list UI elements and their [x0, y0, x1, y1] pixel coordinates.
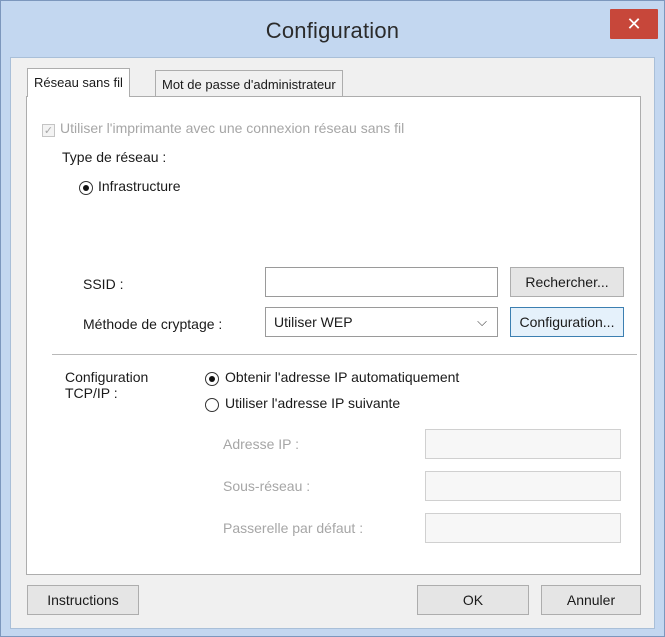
cancel-button[interactable]: Annuler — [541, 585, 641, 615]
infrastructure-label: Infrastructure — [98, 178, 181, 194]
configuration-dialog: Configuration ✕ Réseau sans fil Mot de p… — [0, 0, 665, 637]
close-button[interactable]: ✕ — [610, 9, 658, 39]
search-button[interactable]: Rechercher... — [510, 267, 624, 297]
tab-admin-password[interactable]: Mot de passe d'administrateur — [155, 70, 343, 96]
close-icon: ✕ — [626, 14, 642, 34]
encryption-method-select[interactable]: Utiliser WEP ⌵ — [265, 307, 498, 337]
window-title: Configuration — [265, 18, 400, 43]
encryption-configuration-button[interactable]: Configuration... — [510, 307, 624, 337]
manual-ip-label: Utiliser l'adresse IP suivante — [225, 395, 401, 411]
tcpip-label: Configuration TCP/IP : — [65, 369, 148, 401]
tcpip-label-line2: TCP/IP : — [65, 385, 118, 401]
cancel-button-label: Annuler — [566, 592, 616, 608]
tcpip-label-line1: Configuration — [65, 369, 149, 385]
divider — [52, 354, 637, 355]
use-wireless-checkbox[interactable]: ✓ — [42, 124, 55, 137]
subnet-field[interactable] — [425, 471, 621, 501]
network-type-label: Type de réseau : — [62, 149, 167, 165]
dialog-client-area: Réseau sans fil Mot de passe d'administr… — [10, 57, 655, 629]
manual-ip-radio[interactable] — [205, 398, 219, 412]
ok-button-label: OK — [462, 592, 484, 608]
subnet-label: Sous-réseau : — [223, 478, 311, 494]
encryption-method-label: Méthode de cryptage : — [83, 316, 223, 332]
gateway-field[interactable] — [425, 513, 621, 543]
encryption-method-value: Utiliser WEP — [274, 314, 353, 330]
instructions-button-label: Instructions — [47, 592, 119, 608]
encryption-configuration-label: Configuration... — [519, 314, 615, 330]
gateway-label: Passerelle par défaut : — [223, 520, 364, 536]
ip-address-field[interactable] — [425, 429, 621, 459]
ssid-label: SSID : — [83, 276, 124, 292]
instructions-button[interactable]: Instructions — [27, 585, 139, 615]
infrastructure-radio[interactable] — [79, 181, 93, 195]
ssid-field[interactable] — [265, 267, 498, 297]
wireless-settings-panel: ✓ Utiliser l'imprimante avec une connexi… — [26, 96, 641, 575]
auto-ip-label: Obtenir l'adresse IP automatiquement — [225, 369, 460, 385]
tab-wireless-network[interactable]: Réseau sans fil — [27, 68, 130, 97]
tab-admin-password-label: Mot de passe d'administrateur — [162, 77, 336, 92]
ip-address-label: Adresse IP : — [223, 436, 300, 452]
auto-ip-radio[interactable] — [205, 372, 219, 386]
tab-wireless-network-label: Réseau sans fil — [34, 75, 123, 90]
checkmark-icon: ✓ — [43, 125, 54, 137]
use-wireless-label: Utiliser l'imprimante avec une connexion… — [60, 120, 405, 136]
search-button-label: Rechercher... — [525, 274, 609, 290]
ok-button[interactable]: OK — [417, 585, 529, 615]
chevron-down-icon: ⌵ — [477, 314, 487, 329]
